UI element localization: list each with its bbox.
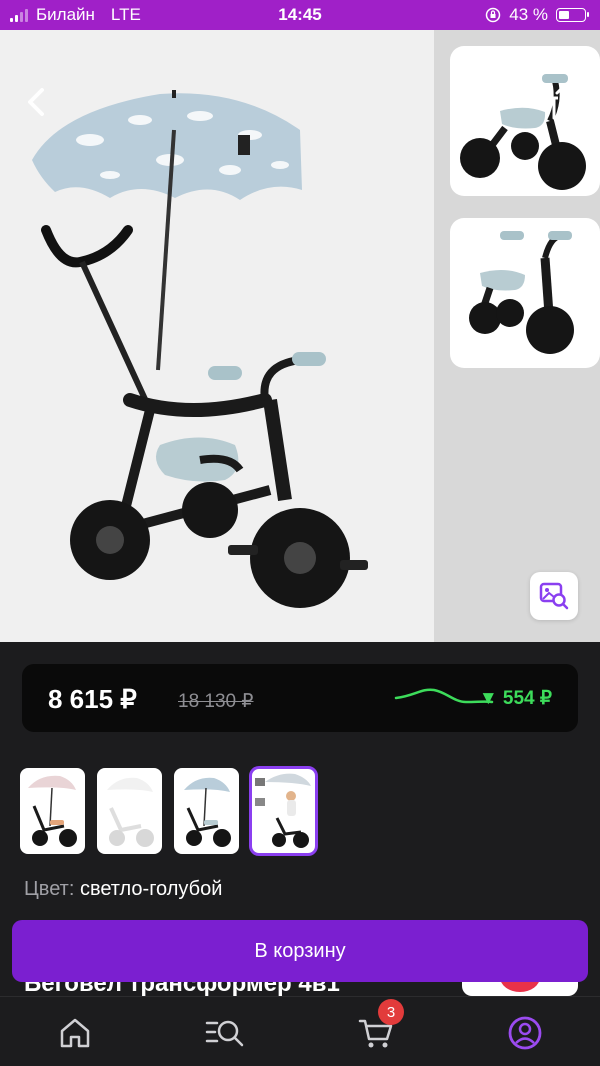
old-price: 18 130 ₽ [178,691,254,712]
price-card[interactable]: 8 615 ₽ 18 130 ₽ ▼ 554 ₽ [22,664,578,732]
battery-percent: 43 % [509,5,548,24]
price-drop: ▼ 554 ₽ [478,688,552,709]
variant-light-blue-image [184,777,231,847]
color-label: Цвет: [24,878,75,900]
product-gallery[interactable] [0,30,600,642]
color-variant-2[interactable] [97,768,162,854]
variant-lifestyle-image [255,773,311,848]
photo-search-button[interactable] [530,572,578,620]
price-trend-line [394,688,494,704]
nav-home[interactable] [55,1015,95,1051]
cart-count-badge: 3 [378,999,404,1025]
main-product-photo[interactable] [0,30,434,642]
battery-level [559,11,569,19]
status-right: 43 % [485,5,589,25]
color-variant-4[interactable] [249,766,318,856]
battery-icon [556,8,589,22]
image-search-icon [539,582,569,610]
favorite-button[interactable] [472,84,510,120]
tricycle-with-umbrella-image [32,90,368,608]
bottom-navigation: 3 [0,996,600,1066]
color-info: Цвет: светло-голубой [24,878,222,901]
nav-catalog[interactable] [205,1015,245,1051]
status-bar: Билайн LTE 14:45 43 % [0,0,600,30]
variant-pink-image [28,775,77,847]
back-button[interactable] [18,82,54,122]
nav-profile[interactable] [505,1015,545,1051]
variant-white-image [107,777,154,847]
add-to-cart-button[interactable]: В корзину [12,920,588,982]
color-variants [20,766,318,856]
nav-cart[interactable]: 3 [356,999,404,1051]
color-value: светло-голубой [79,878,223,900]
catalog-search-icon [205,1020,244,1047]
tricycle-thumb-image [469,231,574,354]
heart-icon [473,84,509,117]
current-price: 8 615 ₽ [48,684,137,714]
orientation-lock-icon [486,7,501,23]
profile-icon [508,1016,542,1050]
share-button[interactable] [546,82,582,122]
gallery-thumb-2[interactable] [450,218,600,368]
share-icon [552,84,576,120]
home-icon [60,1018,90,1048]
chevron-left-icon [28,88,44,116]
color-variant-3[interactable] [174,768,239,854]
color-variant-1[interactable] [20,768,85,854]
